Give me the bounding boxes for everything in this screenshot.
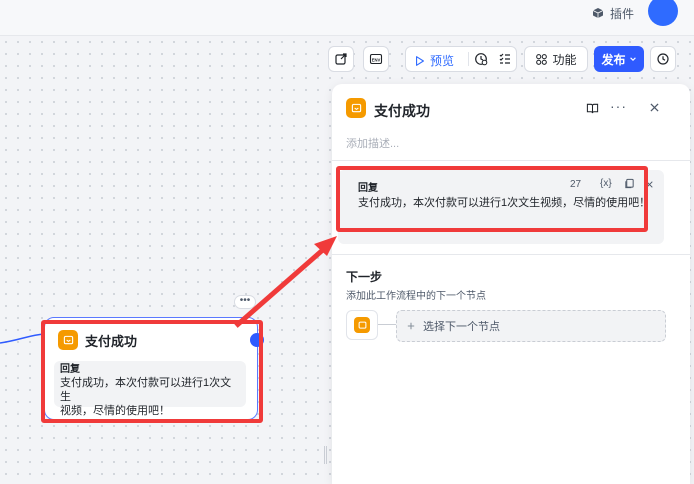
highlight-arrow bbox=[234, 236, 337, 328]
